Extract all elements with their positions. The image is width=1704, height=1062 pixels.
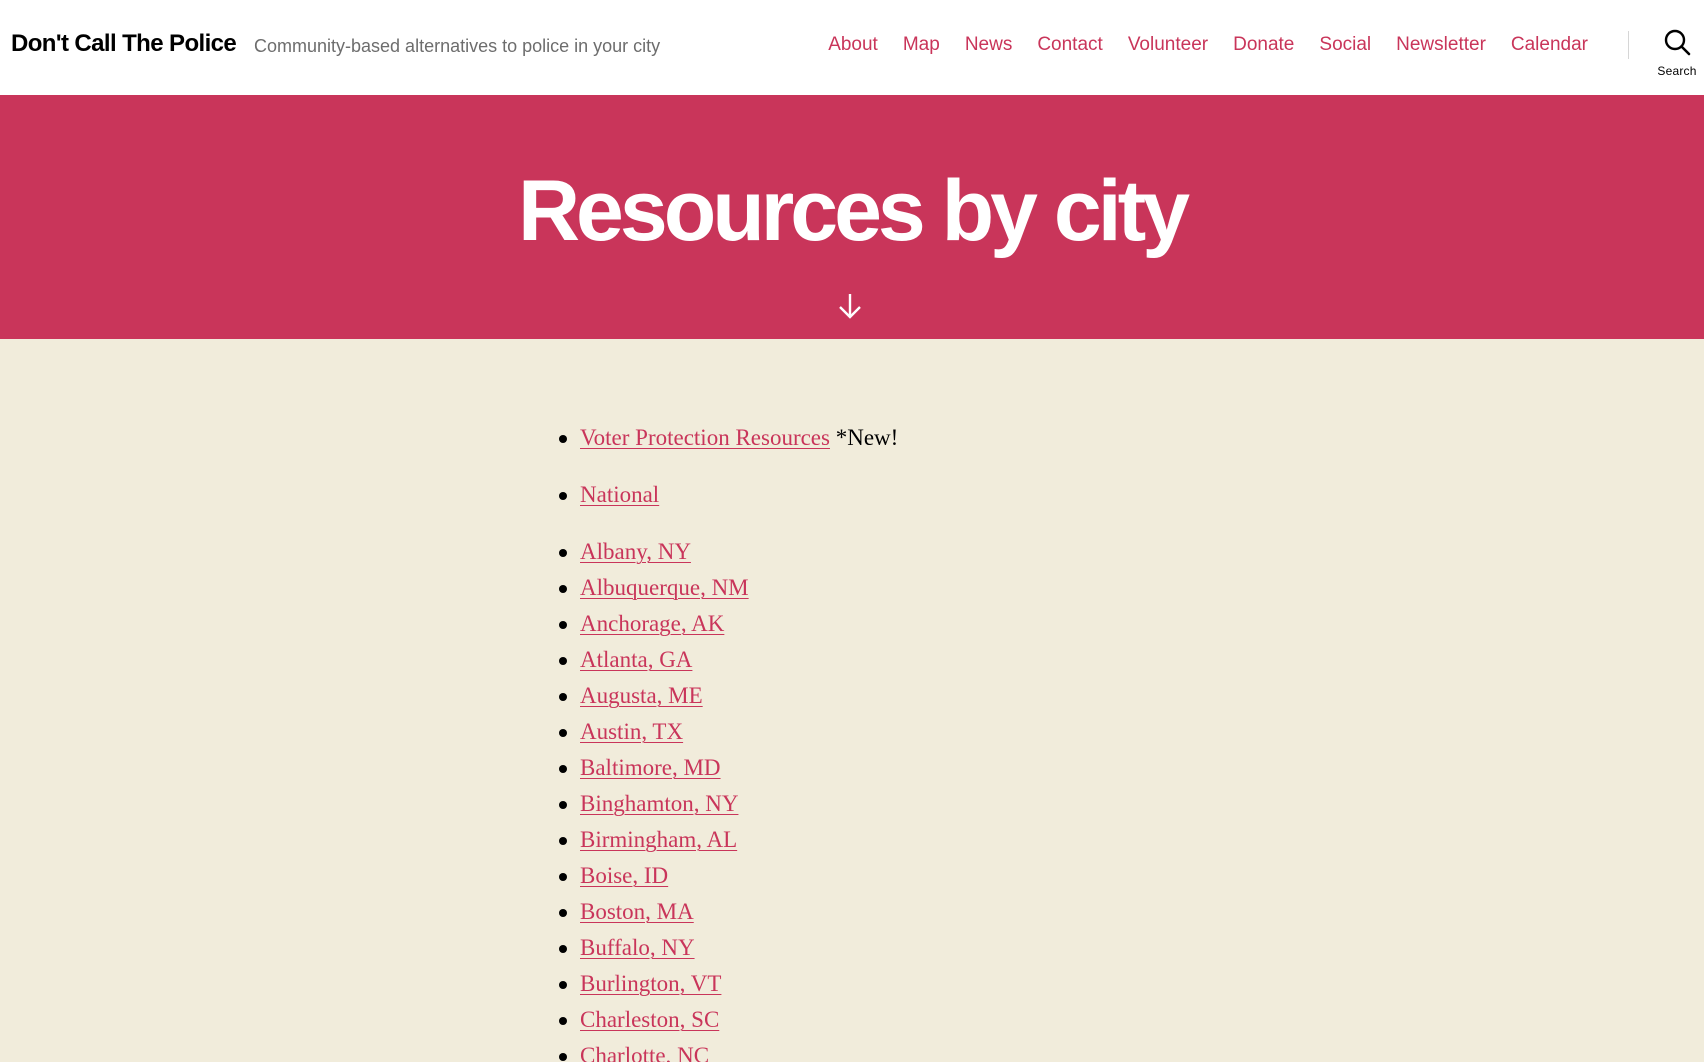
search-button[interactable]: Search <box>1650 28 1704 84</box>
primary-nav: About Map News Contact Volunteer Donate … <box>803 34 1588 56</box>
city-link[interactable]: Charlotte, NC <box>580 1043 709 1062</box>
nav-calendar[interactable]: Calendar <box>1511 34 1588 56</box>
list-bullet <box>559 435 567 443</box>
site-description: Community-based alternatives to police i… <box>254 36 661 56</box>
page-hero: Resources by city <box>0 95 1704 339</box>
site-header: Don't Call The Police Community-based al… <box>0 0 1704 95</box>
city-link[interactable]: Anchorage, AK <box>580 611 724 636</box>
city-link[interactable]: Albuquerque, NM <box>580 575 749 600</box>
nav-donate[interactable]: Donate <box>1233 34 1294 56</box>
nav-social[interactable]: Social <box>1319 34 1371 56</box>
list-bullet <box>559 945 567 953</box>
city-link[interactable]: Burlington, VT <box>580 971 721 996</box>
city-link[interactable]: Charleston, SC <box>580 1007 719 1032</box>
list-bullet <box>559 909 567 917</box>
list-item-national: National <box>559 481 659 509</box>
list-item-city: Charlotte, NC <box>559 1042 709 1062</box>
list-item-city: Charleston, SC <box>559 1006 719 1034</box>
list-bullet <box>559 801 567 809</box>
arrow-down-icon[interactable] <box>838 293 862 319</box>
list-item-city: Burlington, VT <box>559 970 721 998</box>
list-bullet <box>559 765 567 773</box>
search-label: Search <box>1657 64 1697 78</box>
new-badge: *New! <box>835 425 899 450</box>
list-bullet <box>559 873 567 881</box>
nav-newsletter[interactable]: Newsletter <box>1396 34 1486 56</box>
national-link[interactable]: National <box>580 482 659 507</box>
page-title: Resources by city <box>517 163 1190 259</box>
city-link[interactable]: Birmingham, AL <box>580 827 737 852</box>
list-bullet <box>559 981 567 989</box>
list-item-city: Austin, TX <box>559 718 683 746</box>
nav-map[interactable]: Map <box>903 34 940 56</box>
search-icon <box>1664 29 1691 56</box>
site-title[interactable]: Don't Call The Police <box>11 30 237 58</box>
nav-contact[interactable]: Contact <box>1037 34 1102 56</box>
header-divider <box>1628 31 1629 59</box>
list-item-city: Atlanta, GA <box>559 646 692 674</box>
list-bullet <box>559 693 567 701</box>
list-bullet <box>559 585 567 593</box>
list-bullet <box>559 729 567 737</box>
list-item-city: Birmingham, AL <box>559 826 737 854</box>
list-bullet <box>559 657 567 665</box>
main-content: Voter Protection Resources *New! Nationa… <box>0 339 1704 1062</box>
city-link[interactable]: Binghamton, NY <box>580 791 738 816</box>
list-item-voter-protection: Voter Protection Resources *New! <box>559 424 899 452</box>
list-item-city: Binghamton, NY <box>559 790 738 818</box>
list-item-city: Augusta, ME <box>559 682 703 710</box>
city-link[interactable]: Boston, MA <box>580 899 694 924</box>
list-bullet <box>559 549 567 557</box>
list-item-city: Albany, NY <box>559 538 691 566</box>
list-item-city: Boise, ID <box>559 862 668 890</box>
list-item-city: Boston, MA <box>559 898 694 926</box>
city-link[interactable]: Baltimore, MD <box>580 755 721 780</box>
list-bullet <box>559 1053 567 1061</box>
city-link[interactable]: Augusta, ME <box>580 683 703 708</box>
list-bullet <box>559 1017 567 1025</box>
list-item-city: Albuquerque, NM <box>559 574 749 602</box>
list-item-city: Buffalo, NY <box>559 934 695 962</box>
list-bullet <box>559 492 567 500</box>
city-link[interactable]: Boise, ID <box>580 863 668 888</box>
list-bullet <box>559 621 567 629</box>
city-link[interactable]: Buffalo, NY <box>580 935 695 960</box>
list-bullet <box>559 837 567 845</box>
city-link[interactable]: Atlanta, GA <box>580 647 692 672</box>
nav-about[interactable]: About <box>828 34 878 56</box>
voter-protection-link[interactable]: Voter Protection Resources <box>580 425 830 450</box>
nav-volunteer[interactable]: Volunteer <box>1128 34 1208 56</box>
city-link[interactable]: Austin, TX <box>580 719 683 744</box>
nav-news[interactable]: News <box>965 34 1013 56</box>
list-item-city: Baltimore, MD <box>559 754 721 782</box>
list-item-city: Anchorage, AK <box>559 610 724 638</box>
city-link[interactable]: Albany, NY <box>580 539 691 564</box>
